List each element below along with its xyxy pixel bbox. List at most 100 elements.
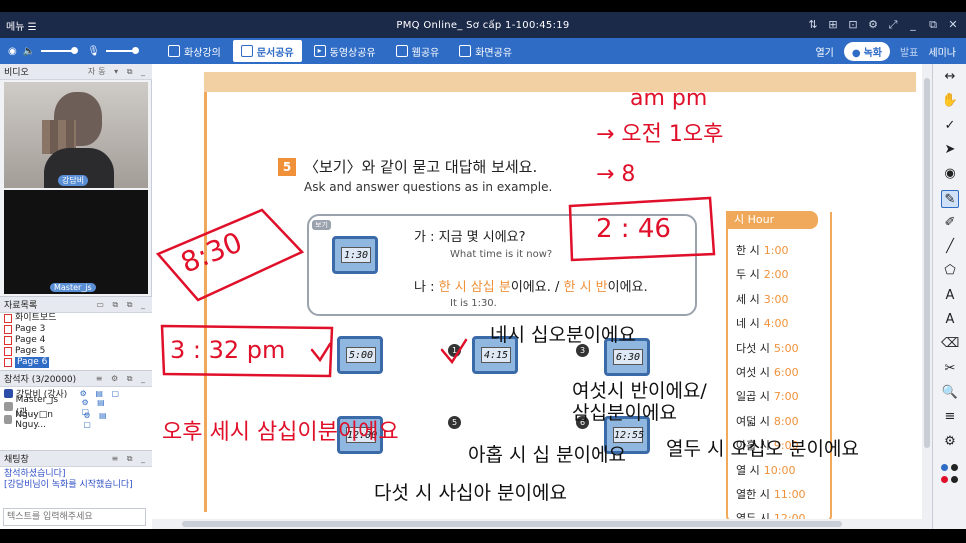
tab-screen-share[interactable]: 화면공유 <box>451 40 520 62</box>
color-swatch[interactable] <box>951 476 958 483</box>
spotlight-icon[interactable]: ◉ <box>941 165 959 183</box>
auto-dropdown[interactable]: 자동 ▾ <box>88 67 121 76</box>
restore-button[interactable]: ⧉ <box>926 18 940 32</box>
whiteboard-icon <box>4 314 12 323</box>
pen-icon[interactable]: ✎ <box>941 189 959 208</box>
typed-answer-5: 열두 시 오십오 분이에요 <box>666 438 859 460</box>
camera-icon <box>168 45 180 57</box>
minimize-button[interactable]: _ <box>906 18 920 32</box>
menu-button[interactable]: 메뉴 ☰ <box>6 18 37 33</box>
tab-label: 화면공유 <box>475 47 513 59</box>
hand-icon[interactable]: ✋ <box>941 92 959 110</box>
arrows-icon[interactable]: ↔ <box>941 68 959 86</box>
tab-web-share[interactable]: 웹공유 <box>388 40 448 62</box>
scroll-thumb[interactable] <box>182 521 842 527</box>
scroll-thumb[interactable] <box>924 78 930 448</box>
video-panel-icons[interactable]: 자동 ▾ ⧉ _ <box>88 66 148 77</box>
video-panel-title: 비디오 <box>4 68 29 78</box>
drawing-tools: ↔ ✋ ✓ ➤ ◉ ✎ ✐ ╱ ⬠ A A ⌫ ✂ 🔍 ≡ ⚙ <box>932 64 966 529</box>
handwriting-am-pm: am pm <box>630 86 708 111</box>
user-icon <box>4 402 13 411</box>
tab-label: 화상강의 <box>184 47 221 59</box>
menu-icon[interactable]: ≡ <box>941 408 959 426</box>
pointer-icon[interactable]: ➤ <box>941 141 959 159</box>
typed-answer-3: 삼십분이에요 <box>572 402 677 424</box>
record-button[interactable]: 녹화 <box>843 41 890 61</box>
clear-icon[interactable]: ✂ <box>941 360 959 378</box>
line-icon[interactable]: ╱ <box>941 238 959 256</box>
student-video: Master_js <box>4 190 148 294</box>
file-label: Page 3 <box>15 324 46 334</box>
close-button[interactable]: ✕ <box>946 18 960 32</box>
window-controls: ⇅ ⊞ ⊡ ⚙ ⤢ _ ⧉ ✕ <box>806 18 960 32</box>
open-button[interactable]: 열기 <box>815 44 833 59</box>
tab-document-share[interactable]: 문서공유 <box>232 40 302 62</box>
list-item[interactable]: 화이트보드 <box>0 313 152 324</box>
shape-icon[interactable]: ⬠ <box>941 262 959 280</box>
speaker-volume-slider[interactable] <box>41 47 79 54</box>
grid-icon[interactable]: ⊞ <box>826 18 840 32</box>
user-icon <box>4 415 13 424</box>
typed-answer-4: 아홉 시 십 분이에요 <box>468 444 626 466</box>
vertical-scrollbar[interactable] <box>922 64 932 529</box>
color-swatch[interactable] <box>951 464 958 471</box>
attendees-panel-icons[interactable]: ≡ ⚙ ⧉ _ <box>96 374 148 384</box>
toolbar-right: 열기 녹화 발표 세미나 <box>815 41 956 61</box>
list-item[interactable]: Page 5 <box>0 346 152 357</box>
sort-icon[interactable]: ⇅ <box>806 18 820 32</box>
video-panel-header: 비디오 자동 ▾ ⧉ _ <box>0 64 152 80</box>
document-icon <box>240 45 253 57</box>
color-swatch[interactable] <box>941 476 948 483</box>
color-swatch[interactable] <box>941 464 948 471</box>
webcam-icon[interactable]: ◉ <box>8 46 17 57</box>
settings-icon[interactable]: ⚙ <box>866 18 880 32</box>
video-panel: 비디오 자동 ▾ ⧉ _ 강담비 Master_js <box>0 64 152 296</box>
mic-volume-slider[interactable] <box>105 47 139 54</box>
audio-controls: ◉ 🔈 🎙 <box>0 46 160 57</box>
seminar-button[interactable]: 세미나 <box>928 44 956 59</box>
tab-label: 동영상공유 <box>329 47 376 59</box>
zoom-icon[interactable]: 🔍 <box>941 384 959 402</box>
present-button[interactable]: 발표 <box>900 44 918 59</box>
text-box-icon[interactable]: A <box>941 311 959 329</box>
chat-message: 참석하셨습니다] <box>4 469 66 479</box>
list-item[interactable]: Page 6 <box>0 357 152 368</box>
attendees-panel-title: 참석자 (3/20000) <box>4 375 77 385</box>
attendee-tools[interactable]: ⚙ ▤ ▢ <box>83 411 152 429</box>
teacher-name-tag: 강담비 <box>58 175 89 186</box>
list-item[interactable]: Page 3 <box>0 324 152 335</box>
chat-messages: 참석하셨습니다] [강담비님이 녹화를 시작했습니다] <box>0 467 152 493</box>
student-name-tag: Master_js <box>50 283 96 292</box>
tab-video-lecture[interactable]: 화상강의 <box>160 40 229 62</box>
monitor-icon <box>459 45 472 57</box>
handwriting-ojeon-ohu: → 오전 1오후 <box>596 122 724 147</box>
chat-panel-icons[interactable]: ≡ ⧉ _ <box>111 454 148 464</box>
microphone-icon[interactable]: 🎙 <box>87 46 100 57</box>
top-black-bar <box>0 0 966 12</box>
list-item[interactable]: Page 4 <box>0 335 152 346</box>
speaker-icon[interactable]: 🔈 <box>23 46 35 57</box>
fullscreen-icon[interactable]: ⤢ <box>886 18 900 32</box>
highlighter-icon[interactable]: ✐ <box>941 214 959 232</box>
list-item[interactable]: Nguy□n Nguy... ⚙ ▤ ▢ <box>0 410 152 430</box>
attendee-name: Nguy□n Nguy... <box>15 409 53 430</box>
check-icon[interactable]: ✓ <box>941 117 959 135</box>
pdf-icon <box>4 347 12 356</box>
tab-label: 웹공유 <box>411 47 440 59</box>
tab-video-share[interactable]: ▸ 동영상공유 <box>306 40 384 62</box>
files-panel-icons[interactable]: ▭ ⧉ ⧉ _ <box>96 300 148 310</box>
handwriting-ohu-sentence: 오후 세시 삼십이분이에요 <box>162 420 399 445</box>
horizontal-scrollbar[interactable] <box>152 519 922 529</box>
document-viewer[interactable]: 5 〈보기〉와 같이 묻고 대답해 보세요. Ask and answer qu… <box>152 64 932 529</box>
eraser-icon[interactable]: ⌫ <box>941 335 959 353</box>
chat-message: [강담비님이 녹화를 시작했습니다] <box>4 480 133 490</box>
play-icon: ▸ <box>313 45 326 57</box>
files-list: 화이트보드 Page 3 Page 4 Page 5 Page 6 <box>0 313 152 368</box>
teacher-video: 강담비 <box>4 82 148 188</box>
handwriting-eight: → 8 <box>596 162 636 187</box>
settings-icon[interactable]: ⚙ <box>941 433 959 451</box>
left-panel: 비디오 자동 ▾ ⧉ _ 강담비 Master_js 자료목록 ▭ ⧉ ⧉ _ … <box>0 64 152 529</box>
layout-icon[interactable]: ⊡ <box>846 18 860 32</box>
text-icon[interactable]: A <box>941 287 959 305</box>
chat-input[interactable] <box>3 508 146 526</box>
